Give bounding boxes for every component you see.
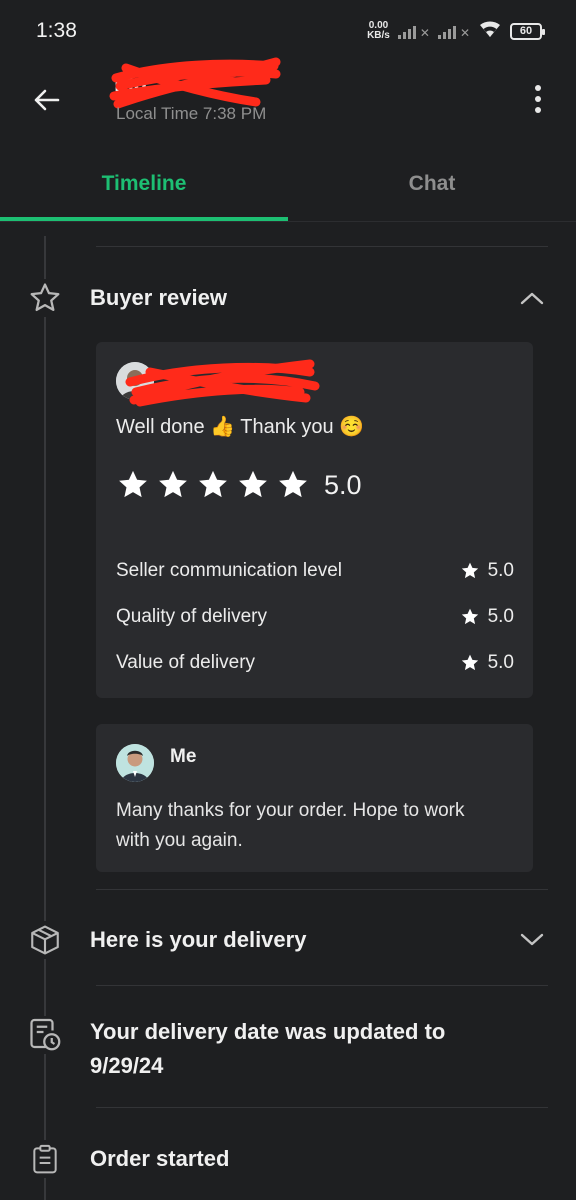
seller-avatar: [116, 744, 154, 782]
seller-reply-card: Me Many thanks for your order. Hope to w…: [96, 724, 533, 872]
tab-bar: Timeline Chat: [0, 150, 576, 222]
status-icons: 0.00 KB/s ✕ ✕ 60: [367, 19, 545, 44]
box-icon: [26, 921, 64, 959]
timeline-item-date-updated: Your delivery date was updated to 9/29/2…: [90, 1019, 446, 1078]
star-icon: [461, 654, 478, 671]
network-speed: 0.00 KB/s: [367, 21, 390, 41]
divider: [96, 889, 548, 890]
wifi-icon: [478, 19, 502, 44]
seller-reply-name: Me: [170, 746, 197, 767]
star-icon: [461, 608, 478, 625]
back-button[interactable]: [26, 80, 66, 120]
star-icon: [119, 470, 147, 498]
divider: [96, 985, 548, 986]
chevron-up-icon[interactable]: [516, 282, 548, 314]
signal-icon: ✕: [437, 23, 470, 39]
criteria-label: Quality of delivery: [116, 606, 268, 627]
rating-criteria-row: Value of delivery 5.0: [116, 652, 514, 674]
rating-criteria-row: Quality of delivery 5.0: [116, 606, 514, 628]
tab-timeline[interactable]: Timeline: [0, 150, 288, 218]
criteria-value: 5.0: [487, 560, 514, 581]
star-icon: [279, 470, 307, 498]
dot: [535, 107, 541, 113]
buyer-review-title[interactable]: Buyer review: [90, 285, 227, 311]
timeline-line: [44, 236, 46, 1200]
criteria-label: Value of delivery: [116, 652, 256, 673]
tab-chat[interactable]: Chat: [288, 150, 576, 218]
star-icon: [159, 470, 187, 498]
status-time: 1:38: [36, 19, 77, 42]
dot: [535, 85, 541, 91]
timeline-item-delivery[interactable]: Here is your delivery: [90, 927, 306, 953]
overall-rating-value: 5.0: [324, 469, 362, 500]
criteria-label: Seller communication level: [116, 560, 342, 581]
signal-icon: ✕: [397, 23, 430, 39]
star-icon: [239, 470, 267, 498]
battery-icon: 60: [510, 22, 545, 40]
active-tab-indicator: [0, 217, 288, 221]
status-bar: 1:38 0.00 KB/s ✕ ✕ 60: [0, 0, 576, 62]
local-time: Local Time 7:38 PM: [116, 104, 267, 123]
rating-criteria-row: Seller communication level 5.0: [116, 560, 514, 582]
redaction-scribble: [125, 359, 320, 407]
timeline-item-order-started: Order started: [90, 1146, 230, 1171]
star-icon: [461, 562, 478, 579]
overall-rating: 5.0: [116, 468, 362, 502]
criteria-value: 5.0: [487, 652, 514, 673]
criteria-value: 5.0: [487, 606, 514, 627]
clipboard-icon: [26, 1140, 64, 1178]
dot: [535, 96, 541, 102]
star-outline-icon: [26, 279, 64, 317]
buyer-review-card: Well done 👍 Thank you ☺️ 5.0 Seller comm…: [96, 342, 533, 698]
more-options-button[interactable]: [522, 82, 554, 116]
app-header: Ma Local Time 7:38 PM: [0, 57, 576, 150]
divider: [96, 1107, 548, 1108]
divider: [96, 246, 548, 247]
arrow-left-icon: [34, 89, 60, 111]
seller-reply-text: Many thanks for your order. Hope to work…: [116, 800, 465, 851]
calendar-clock-icon: [26, 1016, 64, 1054]
star-icon: [199, 470, 227, 498]
network-speed-unit: KB/s: [367, 30, 390, 41]
review-comment: Well done 👍 Thank you ☺️: [116, 416, 365, 438]
chevron-down-icon[interactable]: [516, 924, 548, 956]
